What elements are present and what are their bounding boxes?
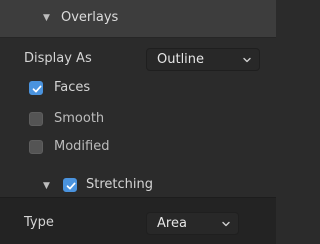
type-value: Area: [157, 216, 187, 231]
stretching-label[interactable]: Stretching: [86, 177, 153, 192]
checkmark-icon: [66, 182, 76, 190]
modified-checkbox[interactable]: [29, 140, 43, 154]
disclosure-triangle-down-icon[interactable]: ▼: [43, 13, 50, 23]
display-as-value: Outline: [157, 52, 205, 67]
type-dropdown[interactable]: Area: [146, 212, 239, 235]
chevron-down-icon: [222, 221, 230, 227]
modified-label[interactable]: Modified: [54, 139, 109, 154]
stretching-checkbox[interactable]: [63, 178, 77, 192]
smooth-label[interactable]: Smooth: [54, 111, 104, 126]
chevron-down-icon: [243, 57, 251, 63]
stretching-disclosure-triangle-icon[interactable]: ▼: [43, 181, 50, 191]
panel-title: Overlays: [61, 10, 119, 25]
display-as-dropdown[interactable]: Outline: [146, 48, 260, 71]
checkmark-icon: [32, 85, 42, 93]
overlays-panel-header[interactable]: ▼ Overlays: [0, 0, 276, 38]
display-as-label: Display As: [24, 51, 92, 66]
faces-checkbox[interactable]: [29, 81, 43, 95]
overlays-panel: ▼ Overlays Display As Outline Faces Smoo…: [0, 0, 276, 244]
smooth-checkbox[interactable]: [29, 112, 43, 126]
type-row: Type Area: [0, 198, 276, 244]
type-label: Type: [24, 215, 54, 230]
faces-label[interactable]: Faces: [54, 80, 90, 95]
